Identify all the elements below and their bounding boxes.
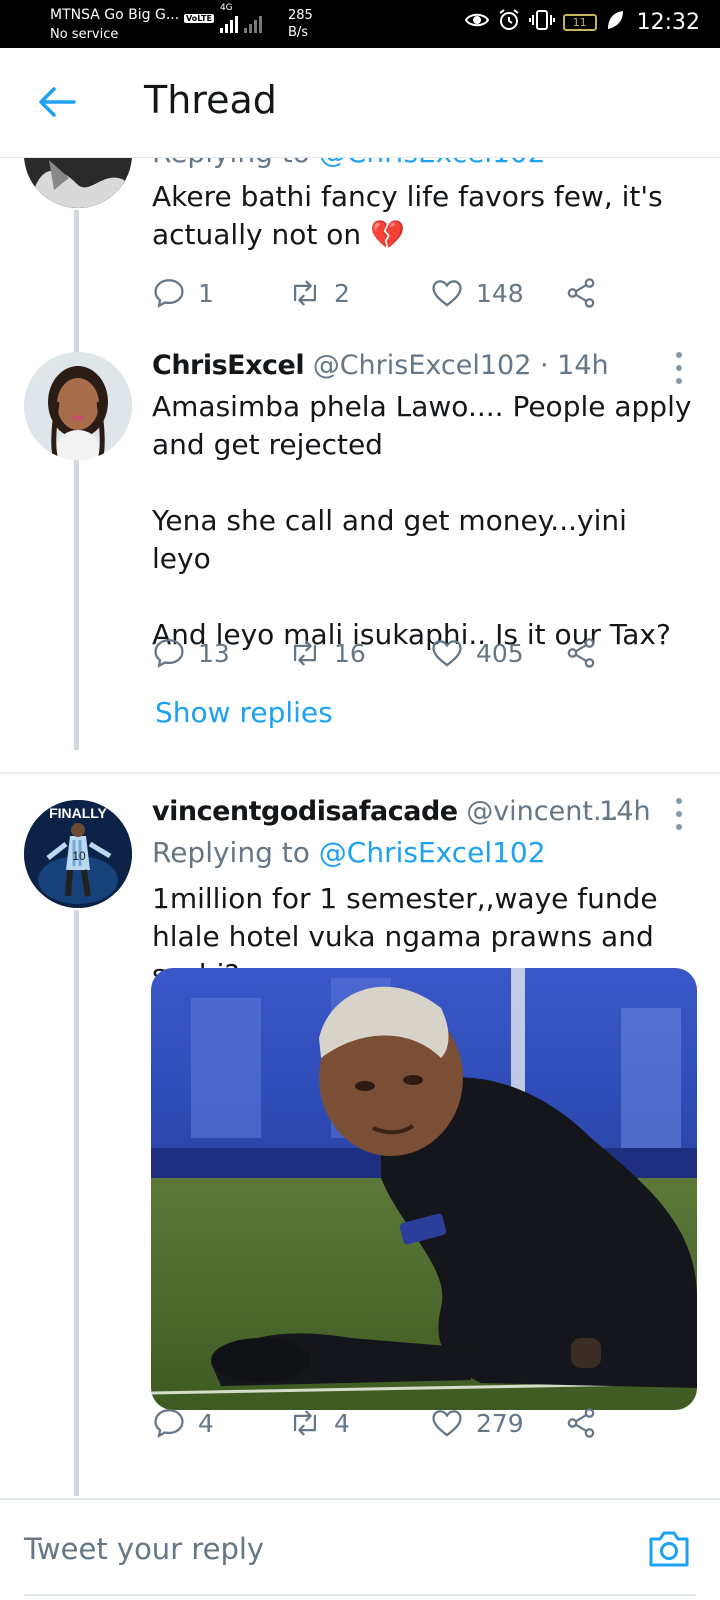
more-options-icon[interactable] <box>676 352 684 391</box>
retweet-count: 4 <box>334 1408 350 1438</box>
share-icon <box>567 638 595 668</box>
thread-gap-dot <box>74 704 79 709</box>
reply-input[interactable]: Tweet your reply <box>24 1532 264 1566</box>
replying-handle-link[interactable]: @ChrisExcel102 <box>319 836 546 869</box>
heart-icon <box>432 640 462 667</box>
reply-underline <box>24 1594 696 1596</box>
back-arrow-icon[interactable] <box>38 86 76 118</box>
replying-to: Replying to @ChrisExcel102 <box>152 836 546 869</box>
like-count: 405 <box>476 638 524 668</box>
page-title: Thread <box>144 78 277 122</box>
reply-button[interactable]: 13 <box>152 636 230 670</box>
tweet-time: · 14h <box>582 796 651 827</box>
like-button[interactable]: 405 <box>430 636 524 670</box>
like-button[interactable]: 279 <box>430 1406 524 1440</box>
tweet-image[interactable] <box>151 968 697 1410</box>
tweet-time-wrap: · 14h <box>582 796 651 827</box>
like-count: 279 <box>476 1408 524 1438</box>
heart-icon <box>432 280 462 307</box>
share-icon <box>567 278 595 308</box>
share-icon <box>567 1408 595 1438</box>
reply-button[interactable]: 1 <box>152 276 214 310</box>
like-count: 148 <box>476 278 524 308</box>
retweet-icon <box>293 640 317 666</box>
tweet-actions: 13 16 405 <box>152 636 622 676</box>
author-name[interactable]: vincentgodisafacade <box>152 796 458 827</box>
retweet-count: 16 <box>334 638 366 668</box>
app-header: Thread <box>0 48 720 158</box>
avatar[interactable] <box>24 352 132 460</box>
reply-icon <box>154 1409 184 1438</box>
more-options-icon[interactable] <box>676 798 684 837</box>
reply-count: 1 <box>198 278 214 308</box>
reply-icon <box>154 639 184 668</box>
reply-icon <box>154 279 184 308</box>
reply-composer: Tweet your reply <box>0 1498 720 1600</box>
author-handle: @ChrisExcel102 <box>312 350 532 381</box>
reply-count: 13 <box>198 638 230 668</box>
retweet-button[interactable]: 4 <box>288 1406 350 1440</box>
heart-icon <box>432 1410 462 1437</box>
tweet-2[interactable]: ChrisExcel @ChrisExcel102 · 14h Amasimba… <box>0 330 720 760</box>
tweet-time: · 14h <box>540 350 609 381</box>
share-button[interactable] <box>564 276 598 310</box>
avatar-jersey-number: 10 <box>72 849 86 863</box>
thread-line <box>74 462 79 694</box>
like-button[interactable]: 148 <box>430 276 524 310</box>
retweet-icon <box>293 1410 317 1436</box>
thread-gap-dot <box>74 714 79 719</box>
avatar[interactable]: 10 FINALLY <box>24 800 132 908</box>
thread-gap-dot <box>74 724 79 729</box>
avatar-caption: FINALLY <box>49 805 107 821</box>
tweet-text: Akere bathi fancy life favors few, it's … <box>152 180 663 251</box>
share-button[interactable] <box>564 636 598 670</box>
show-replies-link[interactable]: Show replies <box>155 696 333 729</box>
tweet-actions: 4 4 279 <box>152 1406 622 1446</box>
reply-button[interactable]: 4 <box>152 1406 214 1440</box>
retweet-button[interactable]: 2 <box>288 276 350 310</box>
retweet-icon <box>293 280 317 306</box>
reply-count: 4 <box>198 1408 214 1438</box>
retweet-count: 2 <box>334 278 350 308</box>
tweet-text: Amasimba phela Lawo.... People apply and… <box>152 390 692 651</box>
author-name[interactable]: ChrisExcel <box>152 350 305 381</box>
thread-line <box>74 910 79 1496</box>
retweet-button[interactable]: 16 <box>288 636 366 670</box>
tweet-3[interactable]: 10 FINALLY vincentgodisafacade @vincent.… <box>0 774 720 1496</box>
share-button[interactable] <box>564 1406 598 1440</box>
tweet-actions: 1 2 148 <box>152 276 622 316</box>
author-line: ChrisExcel @ChrisExcel102 · 14h <box>152 350 609 381</box>
camera-icon[interactable] <box>646 1526 692 1572</box>
author-line: vincentgodisafacade @vincent... <box>152 796 619 827</box>
